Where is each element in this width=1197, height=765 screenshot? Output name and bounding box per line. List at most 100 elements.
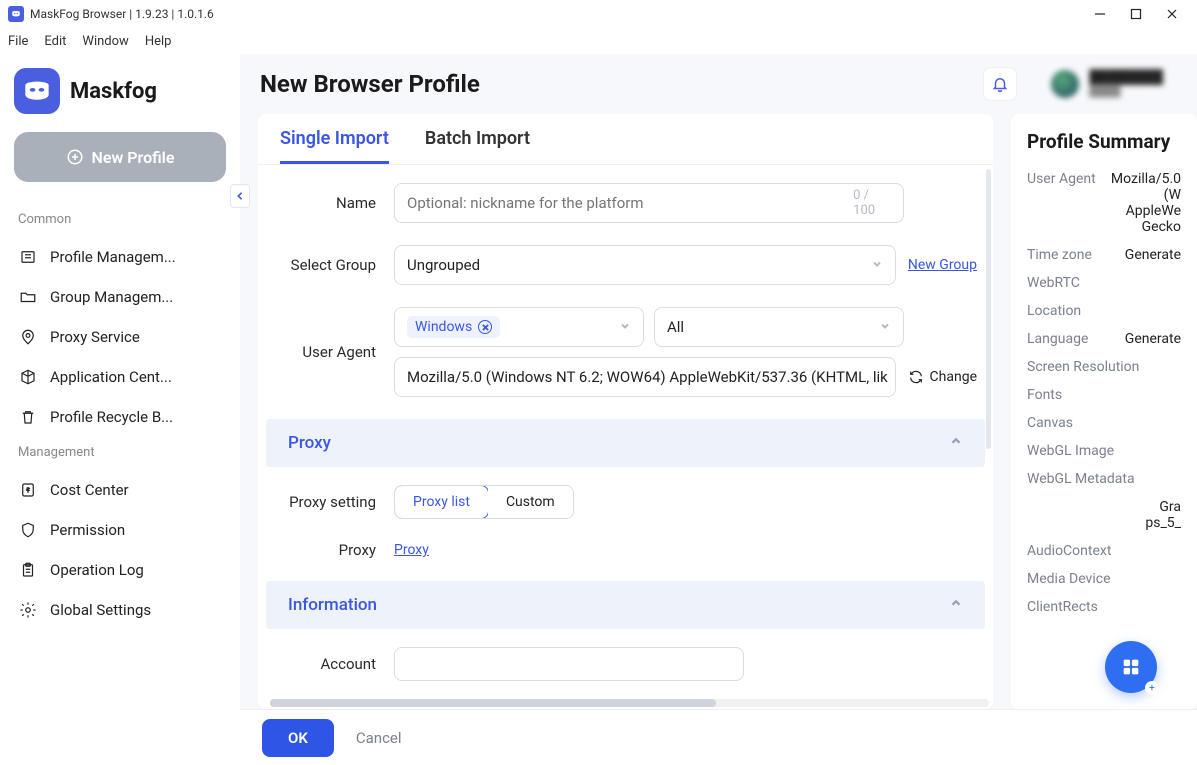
summary-value: Gra ps_5_ [1145, 499, 1181, 531]
shield-icon [18, 520, 38, 540]
window-controls [1093, 7, 1189, 21]
summary-label: ClientRects [1027, 599, 1098, 615]
avatar [1051, 70, 1079, 98]
summary-label: WebRTC [1027, 275, 1080, 291]
sidebar-item-label: Operation Log [50, 561, 144, 579]
plus-icon: + [1145, 681, 1159, 695]
group-select[interactable]: Ungrouped [394, 245, 896, 285]
summary-label: WebGL Metadata [1027, 471, 1135, 487]
sidebar-item-label: Global Settings [50, 601, 151, 619]
summary-label: Time zone [1027, 247, 1092, 263]
ua-os-tag: Windows [407, 316, 500, 338]
close-button[interactable] [1165, 7, 1179, 21]
sidebar-item-label: Proxy Service [50, 328, 140, 346]
cube-icon [18, 367, 38, 387]
proxy-setting-list[interactable]: Proxy list [394, 485, 489, 519]
sidebar-item-label: Profile Recycle B... [50, 408, 173, 426]
brand-logo-icon [14, 68, 60, 114]
new-group-link[interactable]: New Group [908, 257, 977, 273]
menu-file[interactable]: File [8, 34, 28, 49]
chevron-down-icon [619, 318, 631, 336]
sidebar-item-label: Cost Center [50, 481, 129, 499]
remove-tag-icon[interactable] [478, 320, 492, 334]
information-section-header[interactable]: Information [266, 581, 985, 629]
new-profile-button[interactable]: New Profile [14, 132, 226, 182]
summary-label: User Agent [1027, 171, 1096, 187]
vertical-scrollbar[interactable] [986, 169, 991, 449]
app-icon [8, 6, 24, 22]
tab-single-import[interactable]: Single Import [280, 128, 389, 164]
proxy-setting-custom[interactable]: Custom [488, 486, 573, 518]
proxy-setting-label: Proxy setting [274, 493, 394, 511]
nav-section-common: Common [18, 212, 226, 227]
account-label: Account [274, 655, 394, 673]
summary-title: Profile Summary [1027, 130, 1181, 153]
sidebar-collapse-handle[interactable] [230, 184, 250, 208]
ua-version-select[interactable]: All [654, 307, 904, 347]
summary-value: Generate [1125, 247, 1181, 263]
horizontal-scrollbar[interactable] [270, 699, 989, 707]
gear-icon [18, 600, 38, 620]
summary-value: Mozilla/5.0 (W AppleWe Gecko [1106, 171, 1181, 235]
group-label: Select Group [274, 256, 394, 274]
window-title: MaskFog Browser | 1.9.23 | 1.0.1.6 [30, 7, 1093, 21]
summary-label: Screen Resolution [1027, 359, 1139, 375]
sidebar-item-global-settings[interactable]: Global Settings [14, 590, 226, 630]
window-titlebar: MaskFog Browser | 1.9.23 | 1.0.1.6 [0, 0, 1197, 28]
menu-help[interactable]: Help [145, 34, 172, 49]
summary-value: Generate [1125, 331, 1181, 347]
chevron-up-icon [949, 595, 963, 615]
location-pin-icon [18, 327, 38, 347]
sidebar-item-label: Permission [50, 521, 125, 539]
maximize-button[interactable] [1129, 7, 1143, 21]
menu-edit[interactable]: Edit [44, 34, 66, 49]
summary-label: AudioContext [1027, 543, 1111, 559]
sidebar-item-permission[interactable]: Permission [14, 510, 226, 550]
chevron-down-icon [879, 318, 891, 336]
brand: Maskfog [14, 68, 226, 114]
profile-list-icon [18, 247, 38, 267]
change-ua-button[interactable]: Change [908, 369, 977, 385]
sidebar-item-label: Application Cent... [50, 368, 172, 386]
form-panel: Single Import Batch Import Name 0 / 100 [258, 114, 993, 709]
apps-fab-button[interactable]: + [1105, 641, 1157, 693]
name-label: Name [274, 194, 394, 212]
ua-string-display: Mozilla/5.0 (Windows NT 6.2; WOW64) Appl… [394, 357, 896, 397]
cancel-button[interactable]: Cancel [356, 729, 402, 747]
ok-button[interactable]: OK [262, 719, 334, 757]
ua-os-select[interactable]: Windows [394, 307, 644, 347]
trash-icon [18, 407, 38, 427]
menu-bar: File Edit Window Help [0, 28, 1197, 54]
sidebar-item-operation-log[interactable]: Operation Log [14, 550, 226, 590]
import-tabs: Single Import Batch Import [258, 114, 993, 165]
proxy-link[interactable]: Proxy [394, 542, 429, 558]
name-counter: 0 / 100 [853, 188, 891, 218]
sidebar-item-proxy-service[interactable]: Proxy Service [14, 317, 226, 357]
sidebar-item-cost-center[interactable]: Cost Center [14, 470, 226, 510]
nav-section-management: Management [18, 445, 226, 460]
sidebar-item-group-management[interactable]: Group Managem... [14, 277, 226, 317]
form-scroll-area[interactable]: Name 0 / 100 Select Group Ungrou [258, 165, 993, 709]
scrollbar-thumb[interactable] [270, 699, 716, 707]
sidebar-item-application-center[interactable]: Application Cent... [14, 357, 226, 397]
proxy-setting-segmented: Proxy list Custom [394, 485, 574, 519]
tab-batch-import[interactable]: Batch Import [425, 128, 530, 164]
minimize-button[interactable] [1093, 7, 1107, 21]
group-select-value: Ungrouped [407, 256, 480, 274]
name-input[interactable] [407, 194, 853, 212]
sidebar: Maskfog New Profile Common Profile Manag… [0, 54, 240, 765]
user-account-chip[interactable]: ████████ ████ [1037, 64, 1177, 104]
new-profile-label: New Profile [92, 148, 175, 167]
main-area: New Browser Profile ████████ ████ Single… [240, 54, 1197, 765]
proxy-label: Proxy [274, 541, 394, 559]
sidebar-item-profile-recycle-bin[interactable]: Profile Recycle B... [14, 397, 226, 437]
menu-window[interactable]: Window [82, 34, 128, 49]
account-select[interactable] [394, 647, 744, 681]
sidebar-item-label: Profile Managem... [50, 248, 176, 266]
proxy-section-header[interactable]: Proxy [266, 419, 985, 467]
summary-label: Canvas [1027, 415, 1073, 431]
notifications-button[interactable] [983, 67, 1017, 101]
sidebar-item-label: Group Managem... [50, 288, 173, 306]
brand-name: Maskfog [70, 79, 157, 104]
sidebar-item-profile-management[interactable]: Profile Managem... [14, 237, 226, 277]
